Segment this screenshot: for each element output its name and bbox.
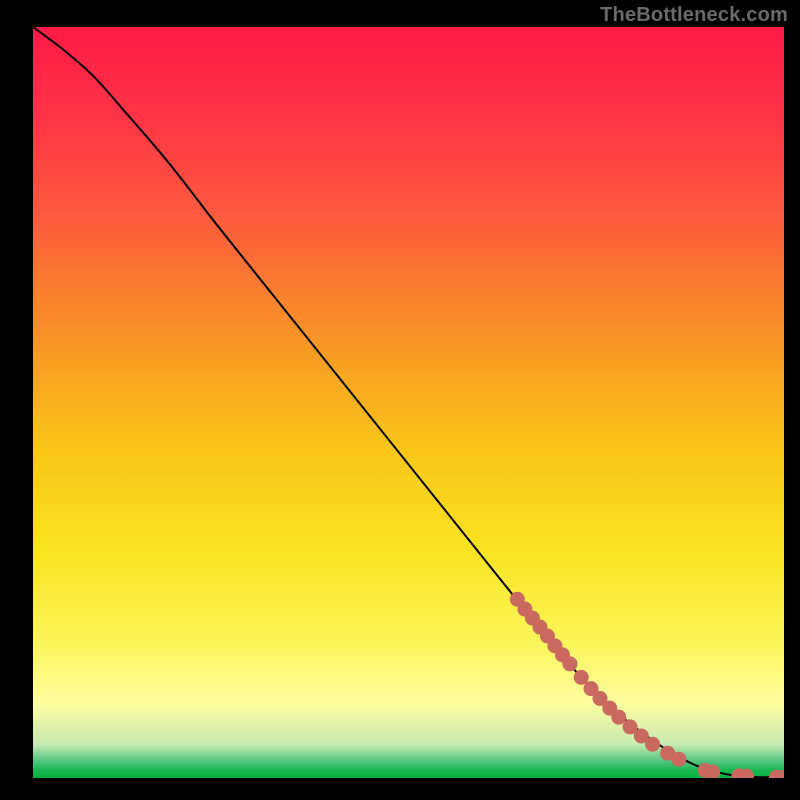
chart-svg	[33, 27, 784, 778]
watermark-text: TheBottleneck.com	[600, 4, 788, 27]
data-dot	[574, 670, 589, 685]
chart-frame: TheBottleneck.com	[0, 0, 800, 800]
plot-area	[33, 27, 784, 778]
gradient-background	[33, 27, 784, 778]
data-dot	[611, 710, 626, 725]
data-dot	[645, 737, 660, 752]
data-dot	[671, 752, 686, 767]
data-dot	[562, 656, 577, 671]
